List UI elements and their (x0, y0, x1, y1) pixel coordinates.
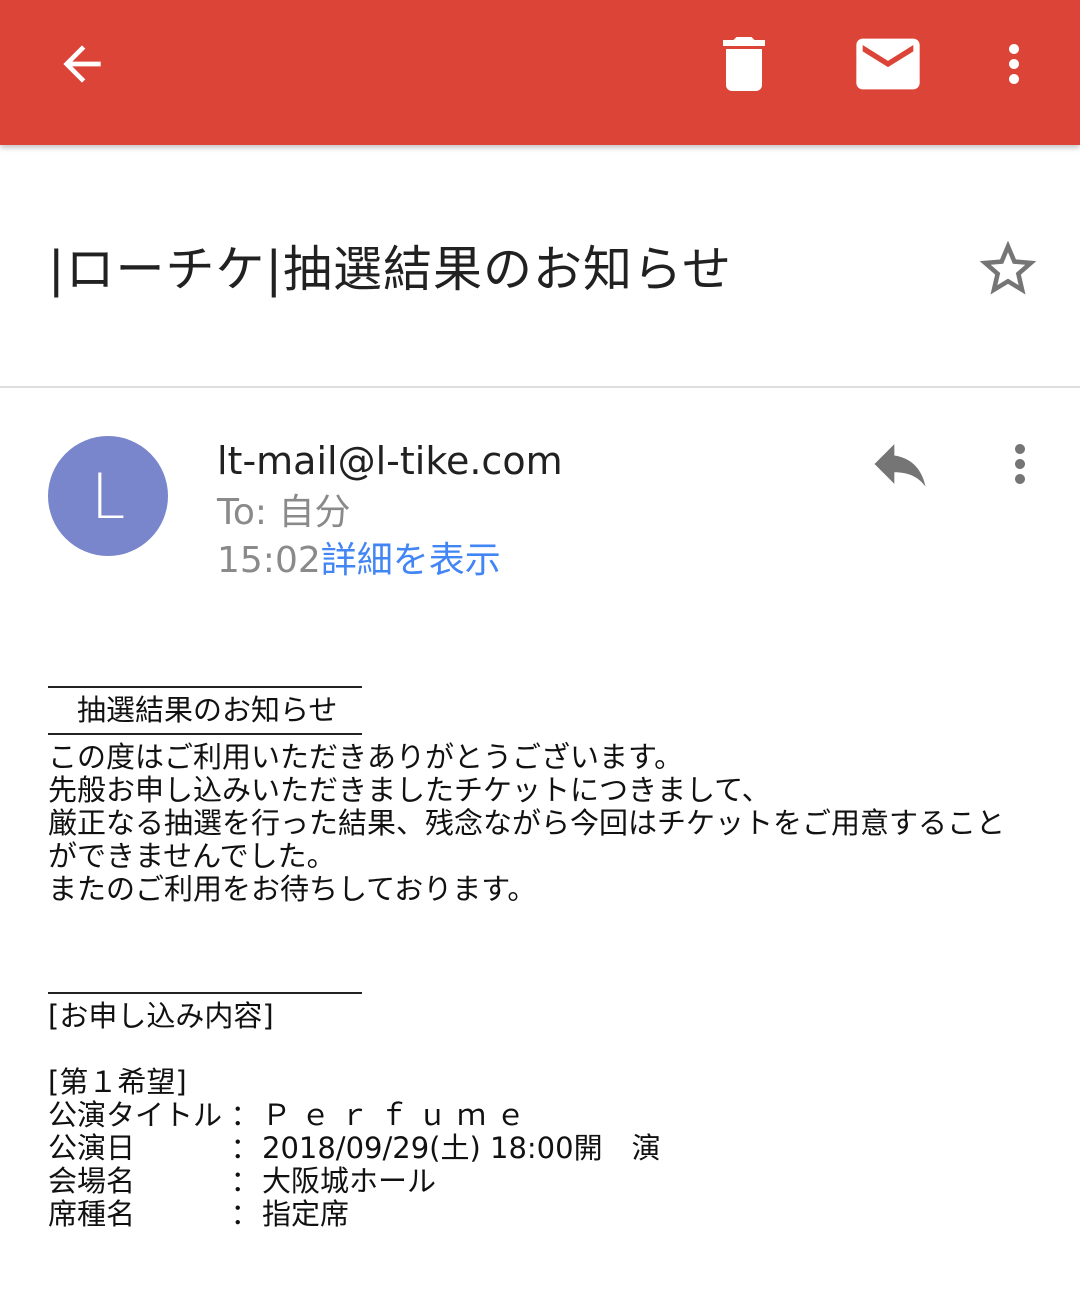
field-label: 公演日 (48, 1131, 136, 1165)
reply-icon (874, 444, 926, 487)
field-separator: ： (230, 1164, 260, 1198)
more-options-button[interactable] (984, 22, 1044, 106)
more-vert-icon (1015, 444, 1025, 484)
section-title: [お申し込み内容] (48, 999, 274, 1033)
arrow-back-icon (63, 45, 101, 83)
body-line: ができませんでした。 (48, 839, 336, 873)
email-subject: |ローチケ|抽選結果のお知らせ (48, 241, 733, 298)
star-button[interactable] (972, 233, 1044, 305)
field-value: 指定席 (262, 1197, 350, 1231)
sender-header: L lt-mail@l-tike.com To: 自分 15:02詳細を表示 (0, 388, 1080, 608)
trash-icon (723, 37, 765, 91)
field-row: 公演日 ： 2018/09/29(土) 18:00開 演 (48, 1132, 1048, 1165)
field-row: 席種名 ： 指定席 (48, 1198, 1048, 1231)
back-button[interactable] (40, 22, 124, 106)
field-value: Ｐｅｒｆｕｍｅ (262, 1098, 536, 1132)
time-and-details: 15:02詳細を表示 (217, 538, 501, 584)
field-label: 席種名 (48, 1197, 136, 1231)
field-row: 公演タイトル ： Ｐｅｒｆｕｍｅ (48, 1099, 1048, 1132)
body-line: この度はご利用いただきありがとうございます。 (48, 740, 684, 774)
field-separator: ： (230, 1131, 260, 1165)
body-line: またのご利用をお待ちしております。 (48, 872, 537, 906)
message-more-button[interactable] (990, 426, 1050, 502)
subject-row: |ローチケ|抽選結果のお知らせ (0, 145, 1080, 388)
field-label: 公演タイトル (48, 1098, 223, 1132)
body-heading: 抽選結果のお知らせ (48, 693, 338, 727)
divider (48, 733, 362, 735)
body-line: 厳正なる抽選を行った結果、残念ながら今回はチケットをご用意すること (48, 806, 1006, 840)
mail-icon (856, 38, 920, 90)
delete-button[interactable] (704, 22, 784, 106)
more-vert-icon (1009, 44, 1019, 84)
star-outline-icon (979, 240, 1037, 295)
sender-address[interactable]: lt-mail@l-tike.com (217, 438, 563, 484)
divider (48, 686, 362, 688)
reply-button[interactable] (862, 426, 938, 502)
field-row: 会場名 ： 大阪城ホール (48, 1165, 1048, 1198)
choice-title: [第１希望] (48, 1065, 187, 1099)
field-value: 2018/09/29(土) 18:00開 演 (262, 1131, 661, 1165)
email-body: 抽選結果のお知らせ この度はご利用いただきありがとうございます。 先般お申し込み… (48, 664, 1048, 1231)
app-bar (0, 0, 1080, 145)
divider (48, 992, 362, 994)
recipient-line: To: 自分 (217, 492, 351, 533)
field-separator: ： (230, 1197, 260, 1231)
avatar[interactable]: L (48, 436, 168, 556)
field-separator: ： (230, 1098, 260, 1132)
field-label: 会場名 (48, 1164, 136, 1198)
body-line: 先般お申し込みいただきましたチケットにつきまして、 (48, 773, 771, 807)
show-details-link[interactable]: 詳細を表示 (321, 540, 501, 581)
received-time: 15:02 (217, 540, 321, 581)
field-value: 大阪城ホール (262, 1164, 437, 1198)
mark-unread-button[interactable] (846, 22, 930, 106)
